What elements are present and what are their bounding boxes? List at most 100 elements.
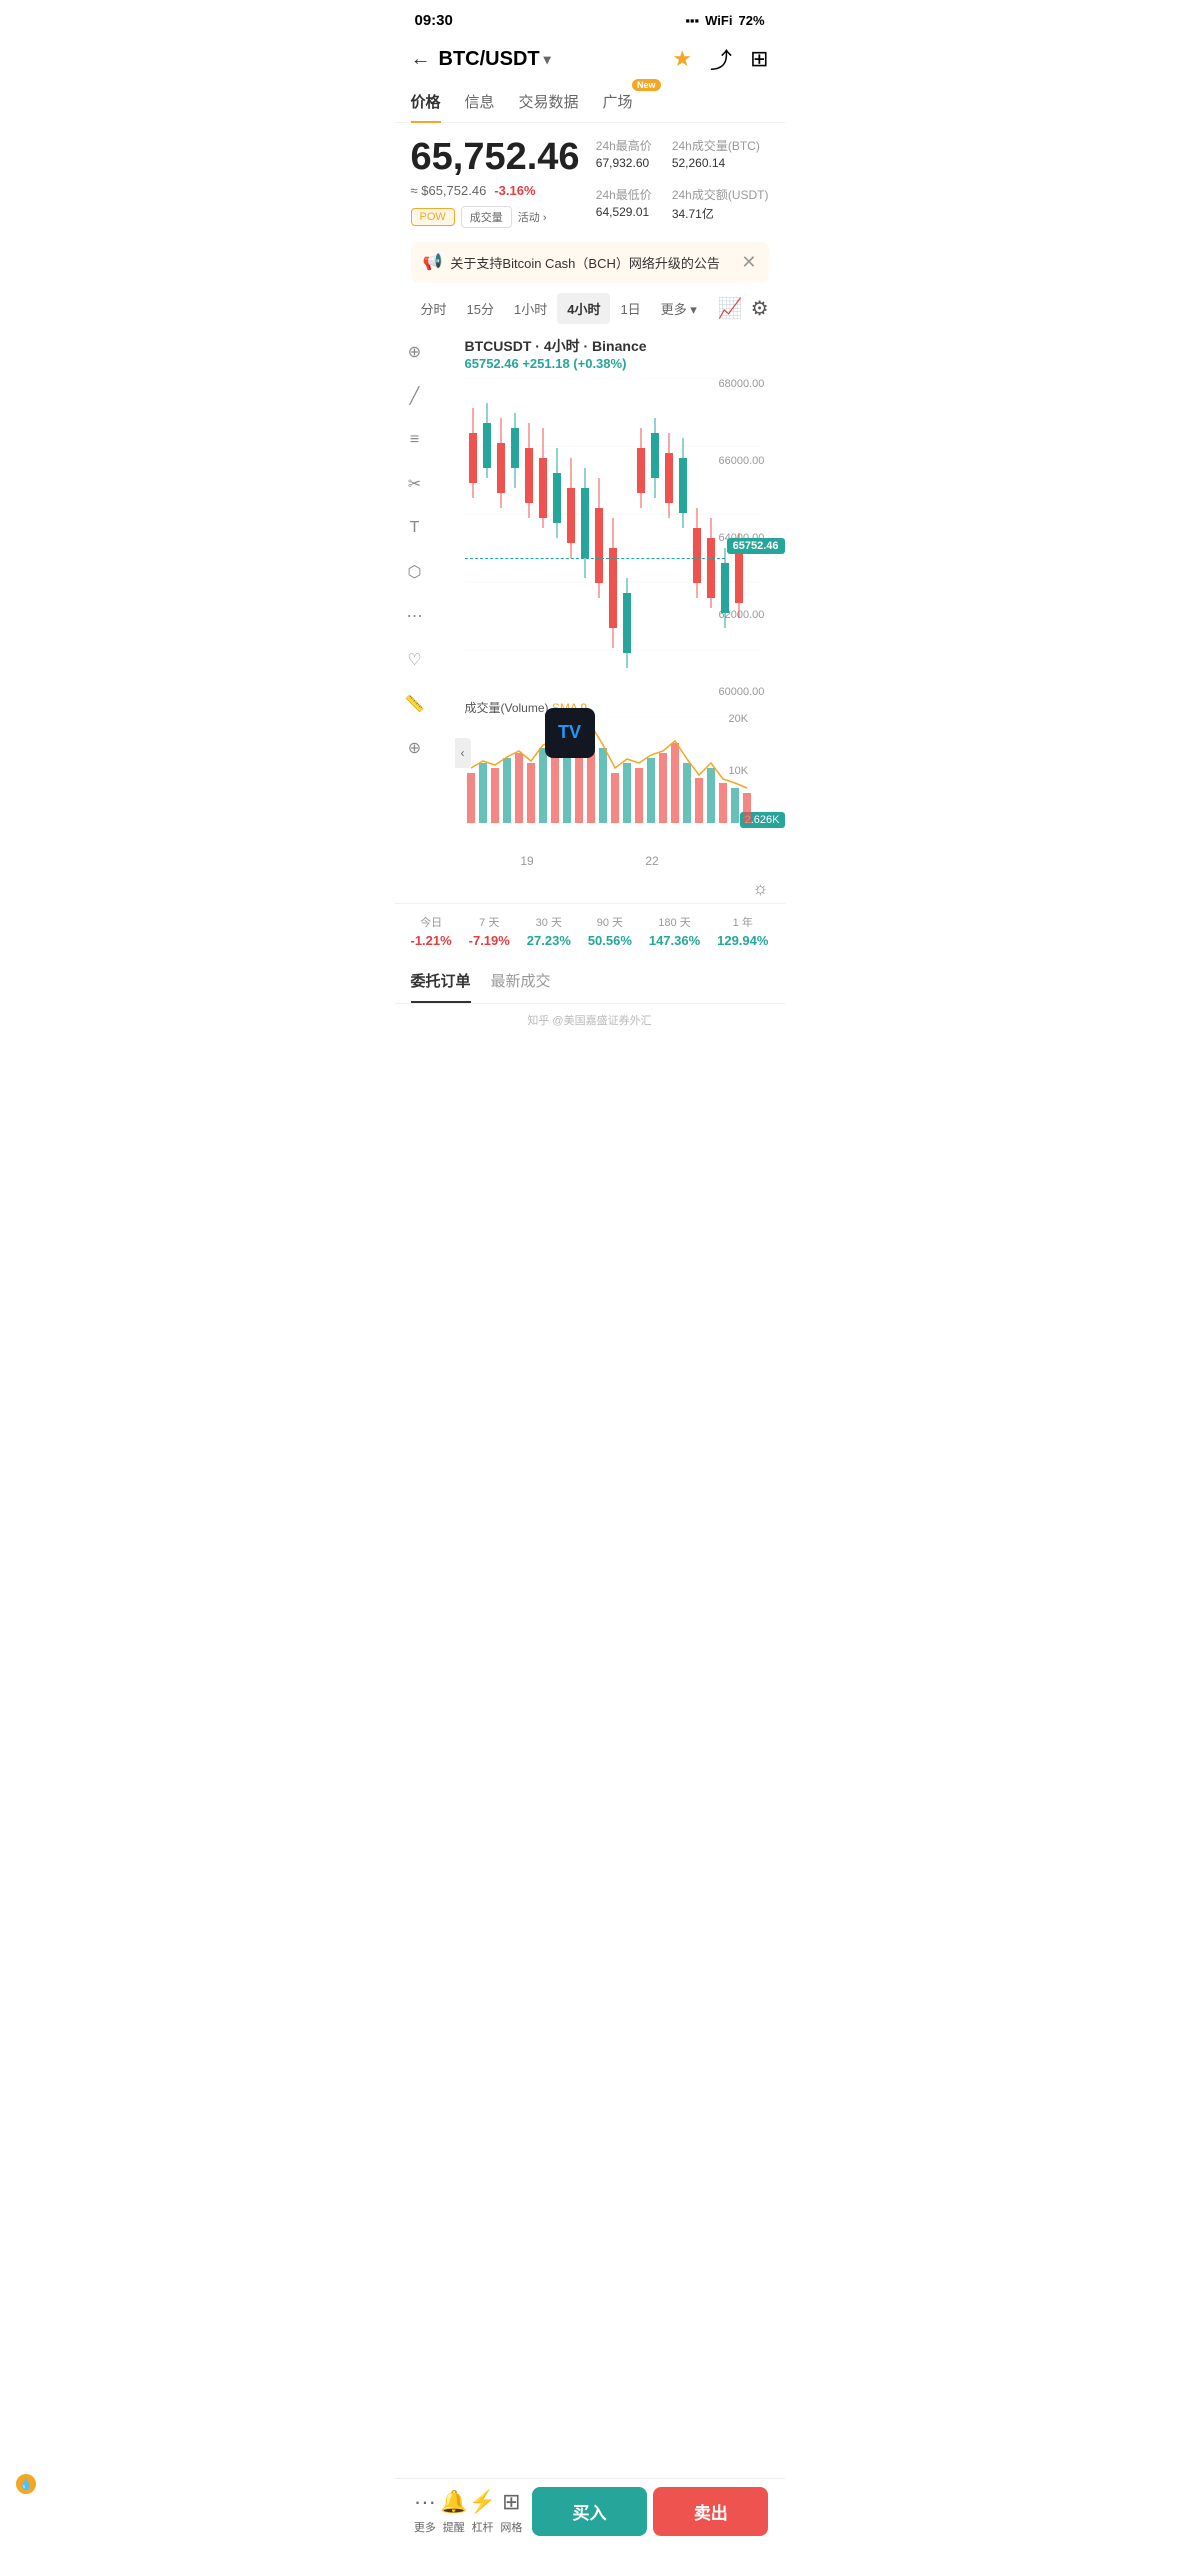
announcement-bar: 📢 关于支持Bitcoin Cash（BCH）网络升级的公告 ✕ — [411, 242, 769, 283]
usd-equiv: ≈ $65,752.46 — [411, 183, 487, 198]
date-label-19: 19 — [520, 854, 533, 868]
chart-type-icon[interactable]: 📈 — [718, 296, 743, 321]
perf-30d-val: 27.23% — [527, 933, 571, 948]
header: ← BTC/USDT ▾ ★ ⤴ ⊞ — [395, 35, 785, 83]
perf-1y-val: 129.94% — [717, 933, 768, 948]
node-tool[interactable]: ⬡ — [401, 558, 429, 586]
share-icon[interactable]: ⤴ — [710, 43, 732, 75]
chart-price-label: 65752.46 +251.18 (+0.38%) — [465, 356, 627, 371]
tradingview-logo: TV — [545, 708, 595, 758]
heart-tool[interactable]: ♡ — [401, 646, 429, 674]
tag-activity[interactable]: 活动 › — [518, 209, 547, 225]
price-subtitle: ≈ $65,752.46 -3.16% — [411, 183, 580, 198]
performance-row: 今日 -1.21% 7 天 -7.19% 30 天 27.23% 90 天 50… — [395, 903, 785, 958]
nav-leverage[interactable]: ⚡ 杠杆 — [468, 2489, 497, 2535]
perf-30d: 30 天 27.23% — [527, 914, 571, 948]
date-label-22: 22 — [645, 854, 658, 868]
nav-alert-label: 提醒 — [443, 2519, 465, 2535]
sell-button[interactable]: 卖出 — [653, 2487, 768, 2536]
more-icon: ··· — [414, 2489, 436, 2515]
stat-high24h-label: 24h最高价 — [596, 137, 652, 154]
stat-col-right: 24h成交量(BTC) 52,260.14 24h成交额(USDT) 34.71… — [672, 137, 769, 228]
price-change: -3.16% — [494, 183, 535, 198]
chevron-down-icon: ▾ — [544, 51, 551, 68]
chart-container[interactable]: ⊕ ╱ ≡ ✂ T ⬡ ⋯ ♡ 📏 ⊕ BTCUSDT · 4小时 · Bina… — [395, 328, 785, 848]
scissors-tool[interactable]: ✂ — [401, 470, 429, 498]
perf-180d-val: 147.36% — [649, 933, 700, 948]
stat-low24h-val: 64,529.01 — [596, 205, 649, 219]
stat-high24h-val: 67,932.60 — [596, 156, 649, 170]
tf-fen-shi[interactable]: 分时 — [411, 293, 457, 324]
header-actions: ★ ⤴ ⊞ — [672, 43, 768, 75]
current-price-line — [465, 558, 725, 559]
chart-bottom-icons: ☼ — [395, 874, 785, 903]
filter-tool[interactable]: ⋯ — [401, 602, 429, 630]
new-badge: New — [632, 79, 661, 91]
tab-recent-trades[interactable]: 最新成交 — [491, 970, 551, 1003]
battery-icon: 72% — [738, 13, 764, 28]
perf-1y: 1 年 129.94% — [717, 914, 768, 948]
star-icon[interactable]: ★ — [672, 46, 692, 72]
perf-90d: 90 天 50.56% — [588, 914, 632, 948]
nav-more[interactable]: ··· 更多 — [411, 2489, 440, 2535]
tf-more[interactable]: 更多 ▾ — [651, 293, 707, 324]
nav-grid[interactable]: ⊞ 网格 — [497, 2489, 526, 2535]
stat-turnover24h-val: 34.71亿 — [672, 207, 714, 221]
volume-section: 成交量(Volume) SMA 9 20K 10K 2.626K TV — [465, 693, 785, 848]
tag-volume[interactable]: 成交量 — [461, 206, 512, 228]
tab-info[interactable]: 信息 — [465, 83, 495, 122]
price-stats: 24h最高价 67,932.60 24h最低价 64,529.01 24h成交量… — [596, 137, 769, 228]
status-bar: 09:30 ▪▪▪ WiFi 72% — [395, 0, 785, 35]
grid-icon[interactable]: ⊞ — [750, 46, 768, 72]
perf-90d-val: 50.56% — [588, 933, 632, 948]
current-price-badge: 65752.46 — [727, 538, 785, 554]
price-main: 65,752.46 ≈ $65,752.46 -3.16% POW 成交量 活动… — [411, 137, 580, 228]
perf-today: 今日 -1.21% — [411, 914, 452, 948]
buy-button[interactable]: 买入 — [532, 2487, 647, 2536]
lines-tool[interactable]: ≡ — [401, 426, 429, 454]
zoom-tool[interactable]: ⊕ — [401, 734, 429, 762]
collapse-volume-button[interactable]: ‹ — [455, 738, 471, 768]
tf-4hour[interactable]: 4小时 — [557, 293, 610, 324]
crosshair-tool[interactable]: ⊕ — [401, 338, 429, 366]
tab-trading[interactable]: 交易数据 — [519, 83, 579, 122]
nav-grid-label: 网格 — [500, 2519, 522, 2535]
chart-timeframe-bar: 分时 15分 1小时 4小时 1日 更多 ▾ 📈 ⚙ — [395, 289, 785, 328]
signal-icon: ▪▪▪ — [685, 13, 699, 28]
tf-15min[interactable]: 15分 — [457, 293, 504, 324]
perf-7d: 7 天 -7.19% — [469, 914, 510, 948]
nav-more-label: 更多 — [414, 2519, 436, 2535]
line-tool[interactable]: ╱ — [401, 382, 429, 410]
status-time: 09:30 — [415, 12, 453, 29]
back-button[interactable]: ← — [411, 48, 431, 71]
chart-settings-icon[interactable]: ⚙ — [751, 296, 769, 321]
pair-title: BTC/USDT — [439, 48, 540, 71]
stat-low24h: 24h最低价 64,529.01 — [596, 186, 652, 219]
tf-1day[interactable]: 1日 — [610, 293, 650, 324]
nav-alert[interactable]: 🔔 提醒 — [439, 2489, 468, 2535]
announcement-text: 关于支持Bitcoin Cash（BCH）网络升级的公告 — [450, 253, 733, 272]
text-tool[interactable]: T — [401, 514, 429, 542]
tag-pow[interactable]: POW — [411, 208, 455, 226]
announcement-icon: 📢 — [423, 252, 443, 272]
stat-turnover24h-label: 24h成交额(USDT) — [672, 186, 769, 203]
tf-1hour[interactable]: 1小时 — [504, 293, 557, 324]
stat-volume24h: 24h成交量(BTC) 52,260.14 — [672, 137, 769, 170]
status-icons: ▪▪▪ WiFi 72% — [685, 13, 764, 28]
chart-title: BTCUSDT · 4小时 · Binance — [465, 336, 647, 356]
perf-today-val: -1.21% — [411, 933, 452, 948]
tab-order-book[interactable]: 委托订单 — [411, 970, 471, 1003]
chart-settings-bottom-icon[interactable]: ☼ — [752, 878, 769, 899]
tab-price[interactable]: 价格 — [411, 83, 441, 122]
ruler-tool[interactable]: 📏 — [401, 690, 429, 718]
watermark: 知乎 @美国嘉盛证券外汇 — [395, 1004, 785, 1108]
price-section: 65,752.46 ≈ $65,752.46 -3.16% POW 成交量 活动… — [395, 123, 785, 236]
tab-plaza[interactable]: 广场 New — [603, 83, 633, 122]
stat-volume24h-val: 52,260.14 — [672, 156, 725, 170]
tab-bar: 价格 信息 交易数据 广场 New — [395, 83, 785, 123]
close-announcement-button[interactable]: ✕ — [741, 252, 756, 273]
bell-icon: 🔔 — [440, 2489, 467, 2515]
stat-high24h: 24h最高价 67,932.60 — [596, 137, 652, 170]
bottom-action-bar: ··· 更多 🔔 提醒 ⚡ 杠杆 ⊞ 网格 买入 卖出 — [395, 2478, 785, 2556]
header-title-area[interactable]: BTC/USDT ▾ — [439, 48, 665, 71]
